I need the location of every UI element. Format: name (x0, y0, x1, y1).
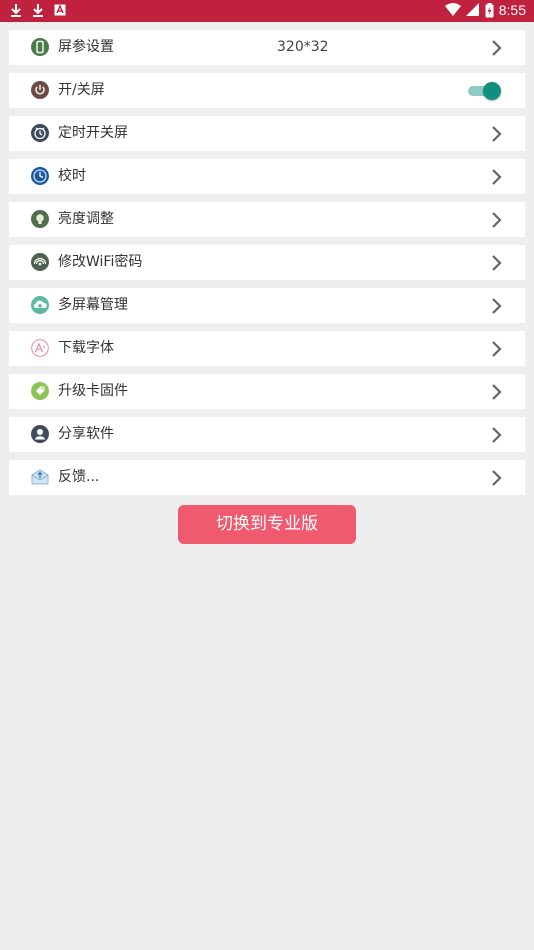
settings-item-share[interactable]: 分享软件 (9, 417, 525, 452)
chevron-right-icon (492, 427, 502, 443)
settings-item-brightness[interactable]: 亮度调整 (9, 202, 525, 237)
toggle-knob (483, 82, 501, 100)
settings-item-label: 定时开关屏 (58, 125, 128, 141)
settings-item-value: 320*32 (277, 39, 329, 55)
settings-item-label: 修改WiFi密码 (58, 254, 143, 270)
chevron-right-icon (492, 169, 502, 185)
settings-item-label: 亮度调整 (58, 211, 114, 227)
user-icon (31, 425, 49, 443)
tag-icon (31, 382, 49, 400)
mail-icon (31, 469, 49, 485)
settings-item-label: 多屏幕管理 (58, 297, 128, 313)
settings-item-wifi-password[interactable]: 修改WiFi密码 (9, 245, 525, 280)
app-notification-icon (54, 4, 66, 16)
settings-item-screen-params[interactable]: 屏参设置 320*32 (9, 30, 525, 65)
settings-item-label: 校时 (58, 168, 86, 184)
status-bar: 8:55 (0, 0, 534, 22)
chevron-right-icon (492, 126, 502, 142)
power-icon (31, 81, 49, 99)
chevron-right-icon (492, 384, 502, 400)
chevron-right-icon (492, 470, 502, 486)
switch-to-pro-button[interactable]: 切换到专业版 (178, 505, 356, 544)
chevron-right-icon (492, 341, 502, 357)
settings-item-label: 反馈... (58, 469, 100, 485)
timer-icon (31, 124, 49, 142)
chevron-right-icon (492, 255, 502, 271)
wifi-signal-icon (31, 253, 49, 271)
settings-item-label: 分享软件 (58, 426, 114, 442)
clock-icon (31, 167, 49, 185)
status-time: 8:55 (498, 2, 526, 18)
settings-item-time-sync[interactable]: 校时 (9, 159, 525, 194)
download-icon (11, 4, 21, 17)
settings-item-download-font[interactable]: 下载字体 (9, 331, 525, 366)
wifi-icon (444, 3, 461, 16)
download-icon (33, 4, 43, 17)
settings-item-multi-screen[interactable]: 多屏幕管理 (9, 288, 525, 323)
settings-item-label: 开/关屏 (58, 82, 105, 98)
cloud-upload-icon (31, 296, 49, 314)
settings-item-firmware[interactable]: 升级卡固件 (9, 374, 525, 409)
chevron-right-icon (492, 298, 502, 314)
settings-item-label: 下载字体 (58, 340, 114, 356)
screen-power-toggle[interactable] (466, 82, 501, 100)
battery-icon (485, 2, 494, 17)
settings-item-timer[interactable]: 定时开关屏 (9, 116, 525, 151)
settings-list: 屏参设置 320*32 开/关屏 定时开关屏 校时 亮度调整 修改WiFi密码 … (9, 30, 525, 503)
font-icon (31, 339, 49, 357)
chevron-right-icon (492, 40, 502, 56)
settings-item-feedback[interactable]: 反馈... (9, 460, 525, 495)
settings-item-label: 升级卡固件 (58, 383, 128, 399)
brightness-icon (31, 210, 49, 228)
settings-item-screen-power: 开/关屏 (9, 73, 525, 108)
signal-icon (465, 3, 479, 16)
phone-icon (31, 38, 49, 56)
settings-item-label: 屏参设置 (58, 39, 114, 55)
chevron-right-icon (492, 212, 502, 228)
